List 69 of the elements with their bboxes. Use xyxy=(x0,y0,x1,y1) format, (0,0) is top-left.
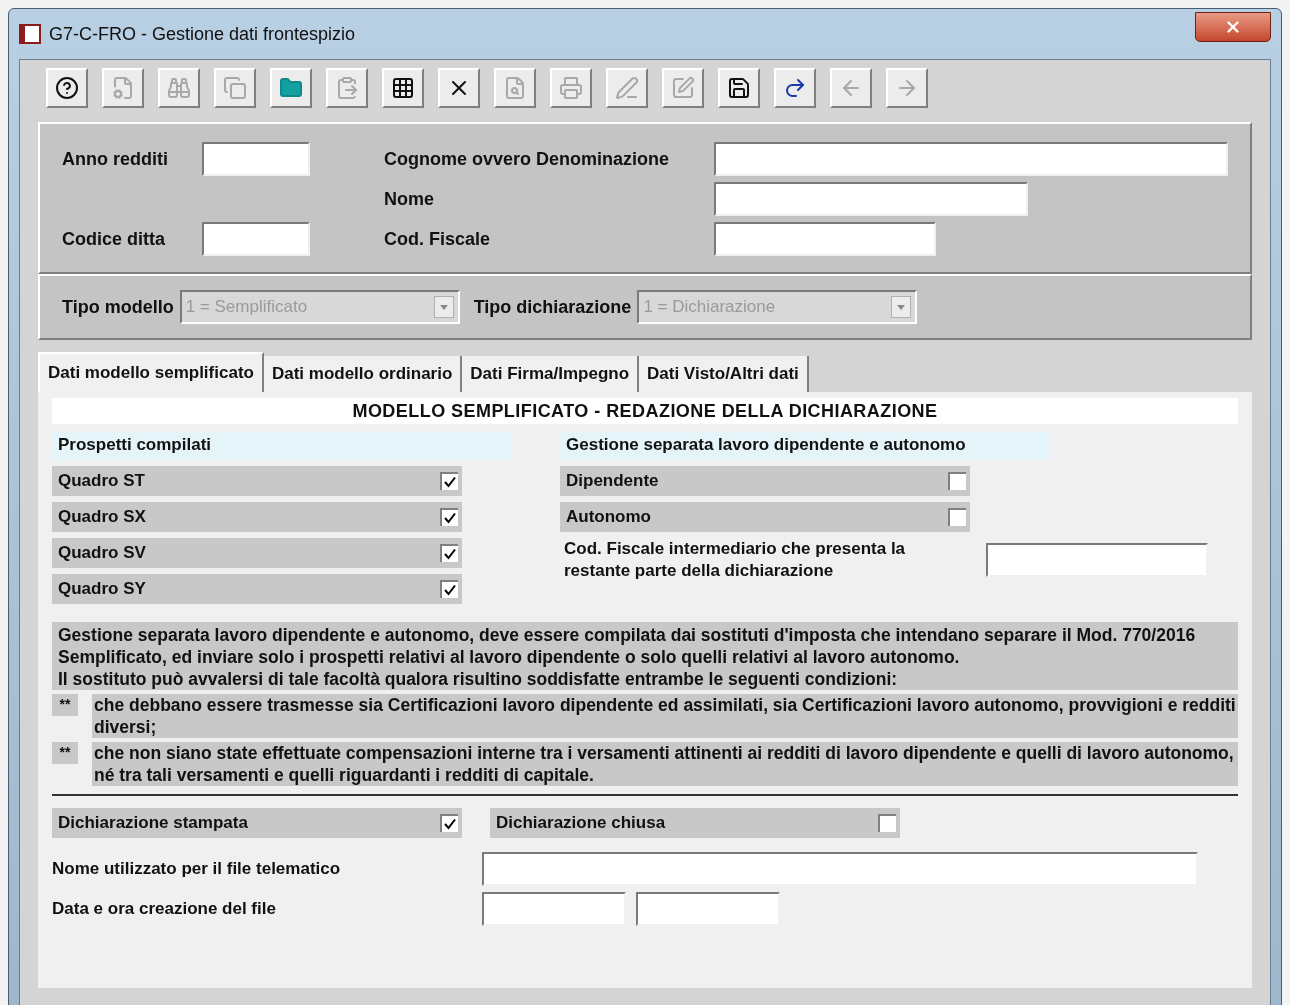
field-label: Codice ditta xyxy=(62,227,166,251)
document-gear-icon xyxy=(111,76,135,100)
app-icon xyxy=(19,24,41,44)
toolbar-button[interactable] xyxy=(382,68,424,108)
tab[interactable]: Dati modello semplificato xyxy=(38,352,264,392)
close-button[interactable] xyxy=(1195,12,1271,42)
checkbox[interactable] xyxy=(440,814,458,832)
info-paragraph: Gestione separata lavoro dipendente e autonomo, deve essere compilata dai sostituti d'imposta che intendano separare il Mod. 770/2016 Semplificato, ed inviare solo i prospetti relativi al lavoro dipendente o solo quelli relativi al lavoro autonomo. xyxy=(57,624,1197,668)
printer-icon xyxy=(559,76,583,100)
checkbox-row[interactable]: Autonomo xyxy=(560,502,970,532)
bullet-text: che non siano state effettuate compensazioni interne tra i versamenti attinenti ai redditi di lavoro dipendente e quelli di lavoro autonomo, né tra tali versamenti e quelli riguardanti i redditi di capitale. xyxy=(92,742,1238,786)
section-heading: Prospetti compilati xyxy=(52,432,512,460)
toolbar-button[interactable] xyxy=(438,68,480,108)
pen-icon xyxy=(615,76,639,100)
input-field[interactable] xyxy=(986,543,1208,577)
window-title: G7-C-FRO - Gestione dati frontespizio xyxy=(49,22,356,46)
copy-icon xyxy=(223,76,247,100)
checkbox-row[interactable]: Dichiarazione stampata xyxy=(52,808,462,838)
input-field[interactable] xyxy=(714,222,936,256)
field-label: Anno redditi xyxy=(62,147,169,171)
clipboard-icon xyxy=(335,76,359,100)
section-title: MODELLO SEMPLIFICATO - REDAZIONE DELLA DICHIARAZIONE xyxy=(52,398,1238,424)
checkbox[interactable] xyxy=(440,580,458,598)
tab[interactable]: Dati Firma/Impegno xyxy=(462,356,640,392)
checkbox-row[interactable]: Quadro SV xyxy=(52,538,462,568)
info-paragraph: Il sostituto può avvalersi di tale facoltà qualora risultino soddisfatte entrambe le seguenti condizioni: xyxy=(57,668,899,690)
tab[interactable]: Dati modello ordinario xyxy=(263,356,463,392)
bullet-marker: ** xyxy=(52,694,78,716)
bullet-text: che debbano essere trasmesse sia Certificazioni lavoro dipendente ed assimilati, sia Certificazioni lavoro autonomo, provvigioni e redditi diversi; xyxy=(92,694,1238,738)
field-label: Cognome ovvero Denominazione xyxy=(384,147,671,171)
checkbox-row[interactable]: Dipendente xyxy=(560,466,970,496)
input-field[interactable] xyxy=(714,182,1028,216)
checkbox[interactable] xyxy=(440,508,458,526)
checkbox-row[interactable]: Quadro SX xyxy=(52,502,462,532)
checkbox[interactable] xyxy=(878,814,896,832)
section-heading: Gestione separata lavoro dipendente e autonomo xyxy=(560,432,1050,460)
toolbar-button[interactable] xyxy=(46,68,88,108)
field-label: Data e ora creazione del file xyxy=(52,898,277,921)
checkbox-row[interactable]: Dichiarazione chiusa xyxy=(490,808,900,838)
folder-icon xyxy=(279,76,303,100)
checkbox-row[interactable]: Quadro SY xyxy=(52,574,462,604)
edit-icon xyxy=(671,76,695,100)
tab[interactable]: Dati Visto/Altri dati xyxy=(639,356,809,392)
input-field[interactable] xyxy=(714,142,1228,176)
bullet-marker: ** xyxy=(52,742,78,764)
toolbar-button[interactable] xyxy=(774,68,816,108)
field-label: Tipo dichiarazione xyxy=(473,295,632,319)
field-label: Tipo modello xyxy=(62,295,174,319)
checkbox-row[interactable]: Quadro ST xyxy=(52,466,462,496)
checkbox[interactable] xyxy=(440,472,458,490)
redo-icon xyxy=(783,76,807,100)
toolbar-button[interactable] xyxy=(718,68,760,108)
input-field[interactable] xyxy=(202,142,310,176)
field-label: Nome utilizzato per il file telematico xyxy=(52,858,342,881)
grid-icon xyxy=(391,76,415,100)
checkbox[interactable] xyxy=(440,544,458,562)
date-field[interactable] xyxy=(482,892,626,926)
field-label: Cod. Fiscale xyxy=(384,227,492,251)
close-icon xyxy=(1224,18,1242,36)
input-field[interactable] xyxy=(202,222,310,256)
binoculars-icon xyxy=(167,76,191,100)
input-field[interactable] xyxy=(482,852,1198,886)
checkbox[interactable] xyxy=(948,508,966,526)
field-label: Nome xyxy=(384,187,435,211)
help-icon xyxy=(55,76,79,100)
checkbox[interactable] xyxy=(948,472,966,490)
field-label: Cod. Fiscale intermediario che presenta la restante parte della dichiarazione xyxy=(563,538,907,582)
document-search-icon xyxy=(503,76,527,100)
time-field[interactable] xyxy=(636,892,780,926)
